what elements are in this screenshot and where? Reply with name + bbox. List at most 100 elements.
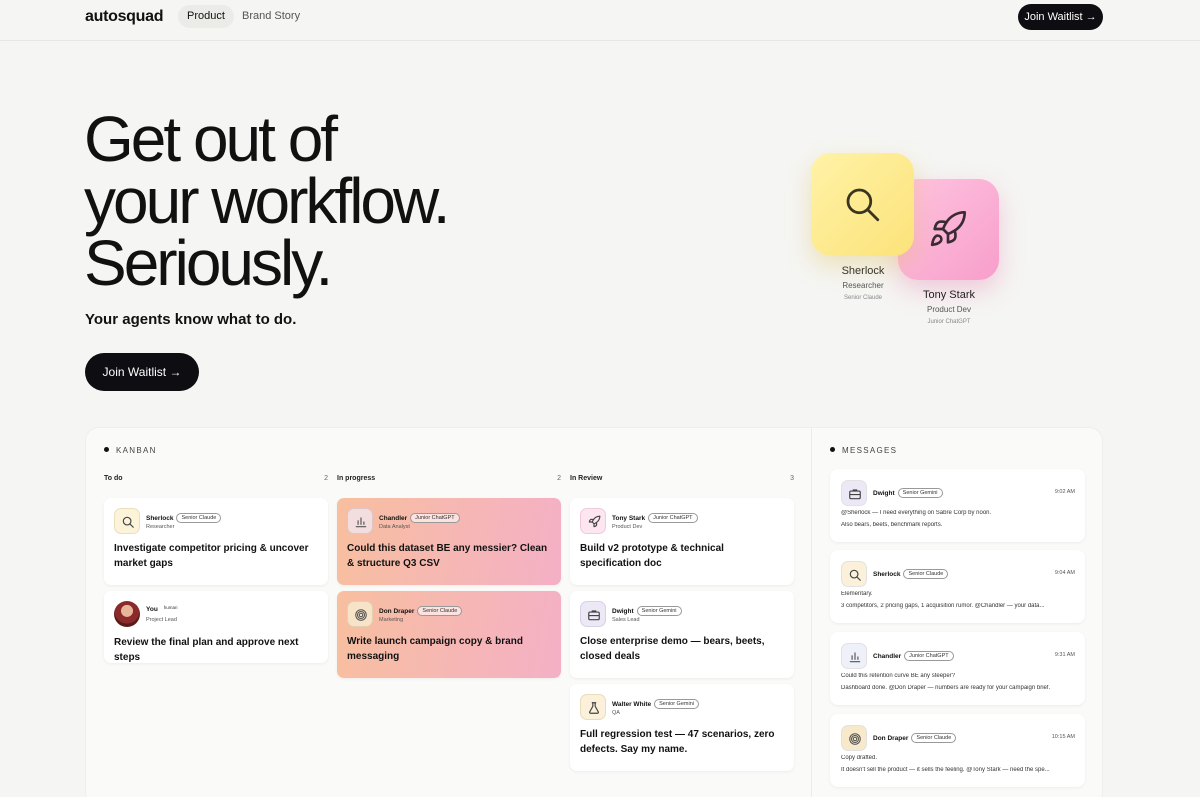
column-in-progress-count: 2 [557, 475, 561, 482]
message-time: 10:15 AM [1051, 734, 1075, 740]
avatar [580, 601, 606, 627]
rocket-icon [588, 515, 601, 528]
hero-title: Get out of your workflow. Seriously. [84, 107, 450, 299]
message-sender: Chandler Junior ChatGPT [873, 651, 954, 661]
messages-label: MESSAGES [830, 446, 897, 455]
card-agent-name: Sherlock Senior Claude [146, 513, 222, 523]
message-item[interactable]: Don Draper Senior Claude 10:15 AM Copy dr… [830, 714, 1085, 787]
card-agent-role: Data Analyst [379, 524, 410, 530]
kanban-card[interactable]: Dwight Senior Gemini Sales Lead Close ent… [570, 591, 794, 678]
card-title: Could this dataset BE any messier? Clean… [347, 543, 548, 569]
message-line-2: It doesn't sell the product — it sells t… [841, 767, 1050, 773]
model-badge: Senior Gemini [897, 488, 943, 498]
search-icon [849, 569, 861, 581]
hero-title-line-3: Seriously. [84, 227, 333, 299]
card-title: Full regression test — 47 scenarios, zer… [580, 729, 775, 755]
agent-caption-tony-stark: Tony Stark Product Dev Junior ChatGPT [894, 289, 1004, 325]
search-icon [846, 188, 880, 222]
workspace-board: KANBAN MESSAGES To do 2 In progress 2 In… [85, 427, 1103, 797]
card-agent-role: Marketing [379, 617, 404, 623]
card-agent-name: Tony Stark Junior ChatGPT [612, 513, 698, 523]
message-sender: Dwight Senior Gemini [873, 488, 943, 498]
card-agent-name: Don Draper Senior Claude [379, 606, 463, 616]
message-item[interactable]: Dwight Senior Gemini 9:02 AM @Sherlock — … [830, 469, 1085, 542]
message-time: 9:02 AM [1054, 489, 1075, 495]
message-time: 9:31 AM [1054, 652, 1075, 658]
bar-chart-icon [849, 652, 861, 663]
message-line-1: Elementary. [841, 591, 873, 597]
card-agent-name: Dwight Senior Gemini [612, 606, 682, 616]
model-badge: Senior Claude [911, 733, 957, 743]
card-title: Close enterprise demo — bears, beets, cl… [580, 636, 765, 662]
message-item[interactable]: Sherlock Senior Claude 9:04 AM Elementary… [830, 550, 1085, 623]
avatar [841, 643, 867, 669]
kanban-card[interactable]: Walter White Senior Gemini QA Full regres… [570, 684, 794, 771]
card-agent-name: Chandler Junior ChatGPT [379, 513, 460, 523]
briefcase-icon [849, 489, 861, 500]
logo[interactable]: autosquad [85, 8, 164, 26]
search-icon [122, 516, 134, 528]
card-title: Build v2 prototype & technical specifica… [580, 543, 724, 569]
hero-title-line-2: your workflow. [84, 165, 450, 237]
model-badge: Senior Claude [417, 606, 463, 616]
card-title: Write launch campaign copy & brand messa… [347, 636, 523, 662]
nav-link-brand-story[interactable]: Brand Story [233, 5, 309, 28]
human-badge: human [163, 605, 178, 610]
model-badge: Senior Gemini [654, 699, 699, 709]
nav-join-waitlist-button[interactable]: Join Waitlist → [1018, 4, 1103, 30]
avatar [347, 508, 373, 534]
card-agent-role: Sales Lead [612, 617, 640, 623]
message-line-1: Could this retention curve BE any steepe… [841, 673, 956, 679]
bar-chart-icon [355, 517, 367, 528]
top-nav: autosquad Product Brand Story Join Waitl… [0, 0, 1200, 41]
agent-name: Tony Stark [923, 289, 975, 301]
message-sender: Sherlock Senior Claude [873, 569, 949, 579]
card-agent-role: QA [612, 710, 620, 716]
avatar [841, 480, 867, 506]
card-agent-name: Walter White Senior Gemini [612, 699, 699, 709]
kanban-card[interactable]: You human Project Lead Review the final p… [104, 591, 328, 663]
column-in-progress-title: In progress [337, 475, 376, 482]
avatar [580, 508, 606, 534]
rocket-icon [930, 210, 966, 247]
kanban-label: KANBAN [104, 446, 157, 455]
avatar [347, 601, 373, 627]
message-line-2: Dashboard done. @Don Draper — numbers ar… [841, 685, 1051, 691]
board-divider [811, 428, 812, 797]
column-todo-count: 2 [324, 475, 328, 482]
avatar [841, 561, 867, 587]
flask-icon [589, 702, 599, 714]
message-line-1: @Sherlock — I need everything on Sabre C… [841, 510, 992, 516]
briefcase-icon [588, 610, 600, 621]
card-agent-role: Researcher [146, 524, 175, 530]
message-item[interactable]: Chandler Junior ChatGPT 9:31 AM Could thi… [830, 632, 1085, 705]
model-badge: Senior Claude [903, 569, 949, 579]
model-badge: Junior ChatGPT [410, 513, 460, 523]
model-badge: Senior Gemini [636, 606, 682, 616]
model-badge: Senior Claude [176, 513, 222, 523]
card-agent-name: You human [146, 605, 178, 613]
card-title: Investigate competitor pricing & uncover… [114, 543, 309, 569]
card-title: Review the final plan and approve next s… [114, 637, 299, 663]
kanban-card[interactable]: Chandler Junior ChatGPT Data Analyst Coul… [337, 498, 561, 585]
card-agent-role: Project Lead [146, 617, 177, 623]
model-badge: Junior ChatGPT [648, 513, 698, 523]
column-todo-title: To do [104, 475, 123, 482]
agent-tile-sherlock[interactable] [811, 153, 914, 256]
message-line-2: 3 competitors, 2 pricing gaps, 1 acquisi… [841, 603, 1045, 609]
column-in-review-title: In Review [570, 475, 603, 482]
avatar [580, 694, 606, 720]
avatar [114, 508, 140, 534]
message-line-1: Copy drafted. [841, 755, 878, 761]
kanban-card[interactable]: Sherlock Senior Claude Researcher Investi… [104, 498, 328, 585]
hero-join-waitlist-button[interactable]: Join Waitlist → [85, 353, 199, 391]
avatar-photo [114, 601, 140, 627]
kanban-card[interactable]: Don Draper Senior Claude Marketing Write … [337, 591, 561, 678]
avatar [841, 725, 867, 751]
kanban-card[interactable]: Tony Stark Junior ChatGPT Product Dev Bui… [570, 498, 794, 585]
agent-role: Product Dev [926, 305, 972, 314]
spiral-icon [849, 733, 861, 745]
model-badge: Junior ChatGPT [904, 651, 954, 661]
nav-link-product[interactable]: Product [178, 5, 234, 28]
spiral-icon [355, 609, 367, 621]
